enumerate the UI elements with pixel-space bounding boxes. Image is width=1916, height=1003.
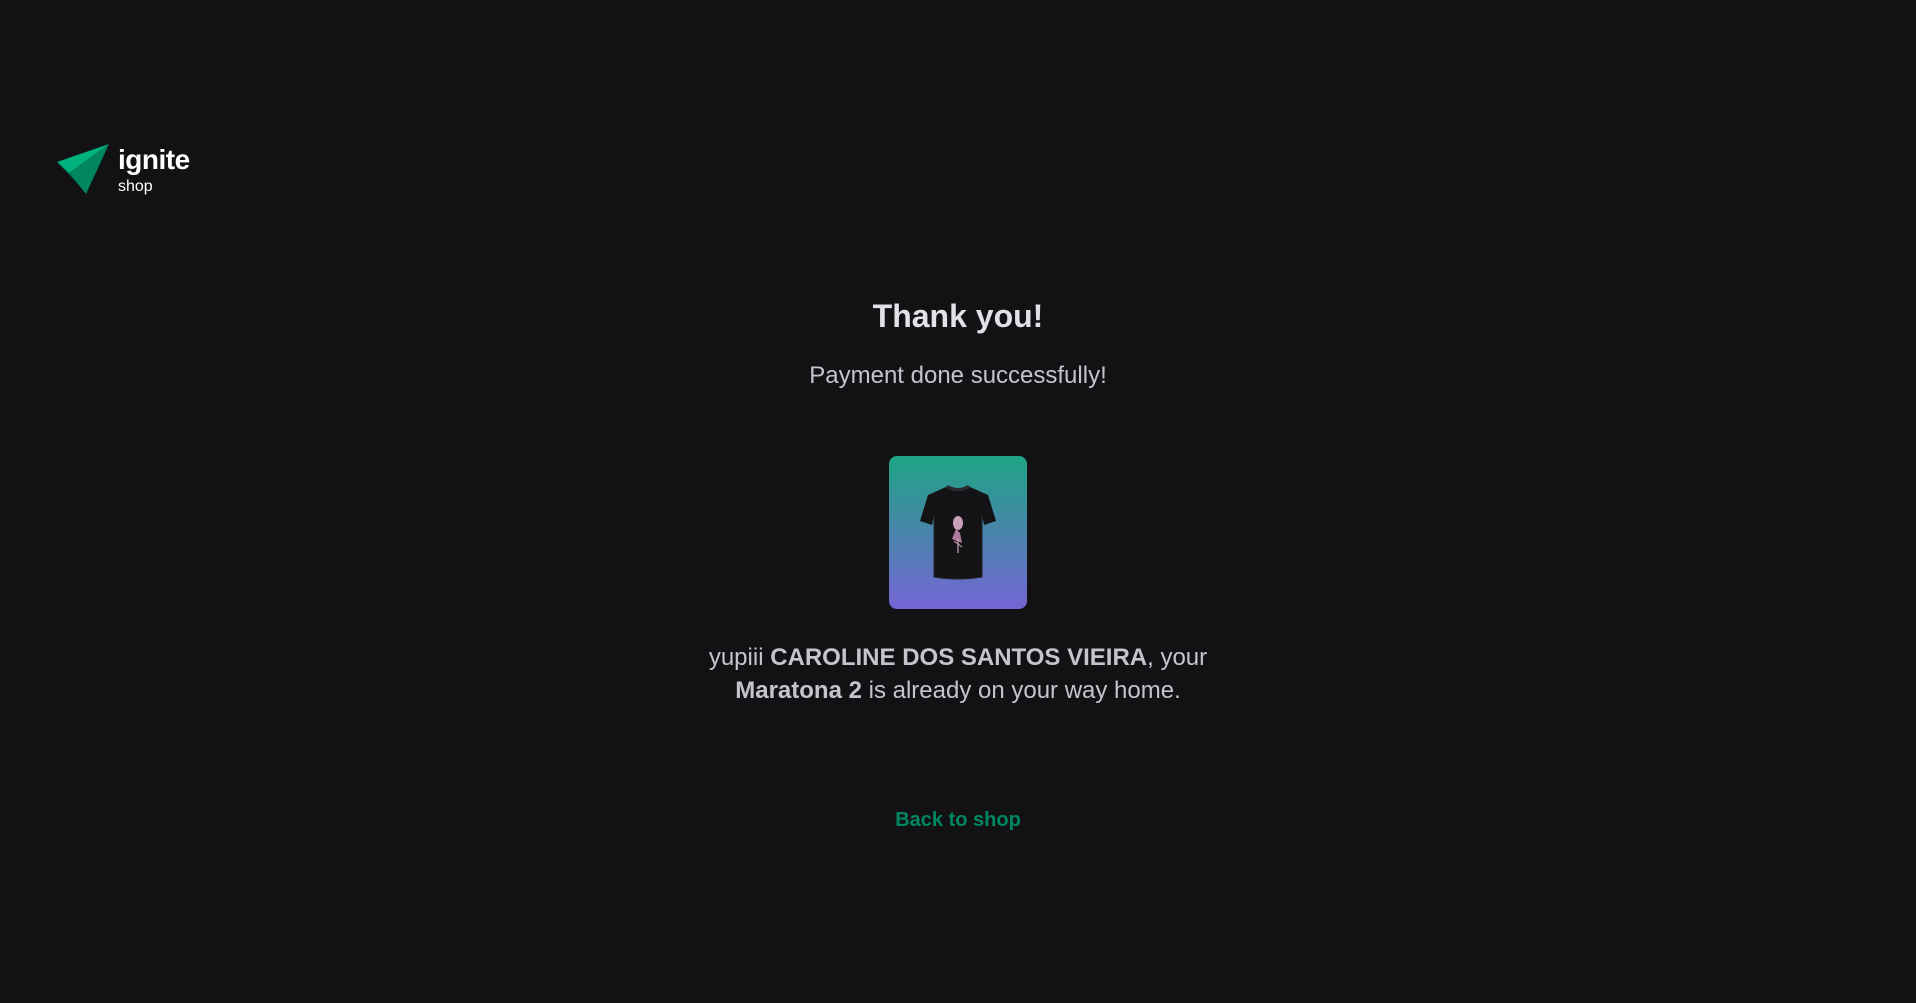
logo-word: ignite bbox=[118, 144, 190, 175]
message-suffix: is already on your way home. bbox=[861, 677, 1181, 704]
message-mid: , your bbox=[1147, 644, 1208, 671]
customer-name: CAROLINE DOS SANTOS VIEIRA bbox=[770, 644, 1148, 671]
t-shirt-image bbox=[920, 484, 996, 579]
paper-plane-logo-icon[interactable] bbox=[56, 142, 110, 196]
logo-subtitle: shop bbox=[118, 178, 153, 195]
success-page: ignite shop Thank you! Payment done succ… bbox=[0, 0, 1916, 1003]
success-container: Thank you! Payment done successfully! yu… bbox=[0, 294, 1916, 833]
confirmation-message: yupiii CAROLINE DOS SANTOS VIEIRA, your … bbox=[698, 641, 1218, 707]
product-image bbox=[889, 456, 1027, 609]
page-subtitle: Payment done successfully! bbox=[809, 362, 1107, 389]
header: ignite shop bbox=[56, 142, 190, 196]
page-title: Thank you! bbox=[872, 298, 1044, 334]
logo[interactable]: ignite shop bbox=[118, 142, 190, 195]
message-prefix: yupiii bbox=[708, 644, 771, 671]
back-to-shop-link[interactable]: Back to shop bbox=[895, 807, 1021, 833]
product-name: Maratona 2 bbox=[735, 677, 862, 704]
